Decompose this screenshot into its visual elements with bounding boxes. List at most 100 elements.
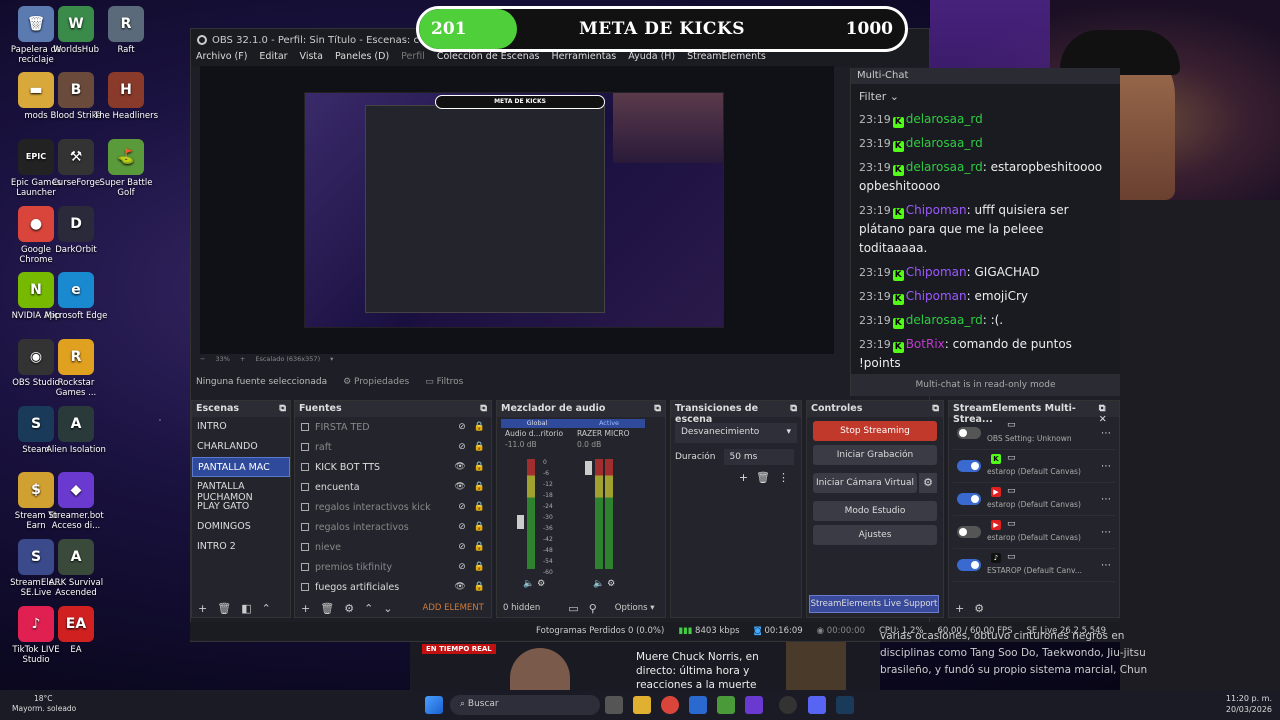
desktop-icon[interactable]: EA EA bbox=[44, 606, 108, 655]
steam-icon[interactable] bbox=[836, 696, 854, 714]
mixer-channel-name[interactable]: Audio d...ritorio bbox=[501, 428, 573, 440]
live-support-button[interactable]: StreamElements Live Support bbox=[809, 595, 939, 613]
taskbar-clock[interactable]: 11:20 p. m. 20/03/2026 bbox=[1226, 693, 1272, 715]
chat-filter-button[interactable]: Filter ⌄ bbox=[851, 84, 1120, 110]
source-item[interactable]: raft ⊘ 🔒 bbox=[295, 437, 491, 457]
mixer-tab-active[interactable]: Active bbox=[573, 419, 645, 428]
move-down-button[interactable]: ⌄ bbox=[383, 602, 392, 615]
start-recording-button[interactable]: Iniciar Grabación bbox=[813, 445, 937, 465]
more-icon[interactable]: ⋯ bbox=[1101, 461, 1111, 472]
scene-item[interactable]: DOMINGOS bbox=[192, 517, 290, 537]
source-item[interactable]: nieve ⊘ 🔒 bbox=[295, 537, 491, 557]
mixer-layout-icon[interactable]: ▭ bbox=[568, 602, 578, 615]
destination-toggle[interactable] bbox=[957, 493, 981, 505]
chat-username[interactable]: delarosaa_rd bbox=[906, 160, 983, 174]
scene-item[interactable]: INTRO 2 bbox=[192, 537, 290, 557]
minecraft-icon[interactable] bbox=[717, 696, 735, 714]
chat-username[interactable]: delarosaa_rd bbox=[906, 136, 983, 150]
scene-item[interactable]: PANTALLA PUCHAMON bbox=[192, 477, 290, 503]
zoom-out-button[interactable]: − bbox=[200, 355, 205, 363]
eye-off-icon[interactable]: ⊘ bbox=[458, 502, 466, 512]
more-icon[interactable]: ⋮ bbox=[778, 471, 797, 484]
lock-icon[interactable]: 🔒 bbox=[474, 482, 485, 492]
dock-undock-icon[interactable]: ⧉ bbox=[932, 403, 939, 415]
menu-item[interactable]: Colección de Escenas bbox=[437, 51, 540, 67]
gear-icon[interactable]: ⚙ bbox=[974, 602, 984, 615]
volume-slider-handle[interactable] bbox=[585, 461, 592, 475]
add-source-button[interactable]: + bbox=[301, 602, 310, 615]
store-icon[interactable] bbox=[689, 696, 707, 714]
more-icon[interactable]: ⋯ bbox=[1101, 428, 1111, 439]
lock-icon[interactable]: 🔒 bbox=[474, 522, 485, 532]
eye-icon[interactable]: 👁 bbox=[454, 462, 465, 472]
transition-select[interactable]: Desvanecimiento ▾ bbox=[675, 423, 797, 443]
destination-toggle[interactable] bbox=[957, 427, 981, 439]
zoom-in-button[interactable]: + bbox=[240, 355, 245, 363]
eye-icon[interactable]: 👁 bbox=[454, 482, 465, 492]
gear-icon[interactable]: ⚙ bbox=[919, 473, 937, 493]
lock-icon[interactable]: 🔒 bbox=[474, 542, 485, 552]
more-icon[interactable]: ⋯ bbox=[1101, 560, 1111, 571]
taskbar-search[interactable]: ⌕ Buscar bbox=[450, 695, 600, 715]
weather-widget[interactable]: 18°C Mayorm. soleado bbox=[12, 694, 76, 714]
mixer-channel-name[interactable]: RAZER MICRO bbox=[573, 428, 645, 440]
settings-button[interactable]: Ajustes bbox=[813, 525, 937, 545]
add-transition-button[interactable]: + bbox=[739, 471, 756, 484]
file-explorer-icon[interactable] bbox=[633, 696, 651, 714]
chat-username[interactable]: delarosaa_rd bbox=[906, 313, 983, 327]
stop-streaming-button[interactable]: Stop Streaming bbox=[813, 421, 937, 441]
menu-item[interactable]: Ayuda (H) bbox=[628, 51, 675, 67]
scene-item[interactable]: INTRO bbox=[192, 417, 290, 437]
chat-username[interactable]: delarosaa_rd bbox=[906, 112, 983, 126]
desktop-icon[interactable]: e Microsoft Edge bbox=[44, 272, 108, 321]
windows-start-icon[interactable] bbox=[425, 696, 443, 714]
source-settings-button[interactable]: ⚙ bbox=[344, 602, 354, 615]
desktop-icon[interactable]: D DarkOrbit bbox=[44, 206, 108, 255]
lock-icon[interactable]: 🔒 bbox=[474, 442, 485, 452]
source-item[interactable]: fuegos artificiales 👁 🔒 bbox=[295, 577, 491, 597]
eye-off-icon[interactable]: ⊘ bbox=[458, 562, 466, 572]
menu-item[interactable]: Paneles (D) bbox=[335, 51, 389, 67]
discord-icon[interactable] bbox=[808, 696, 826, 714]
lock-icon[interactable]: 🔒 bbox=[474, 582, 485, 592]
menu-item[interactable]: Perfil bbox=[401, 51, 425, 67]
properties-button[interactable]: ⚙ Propiedades bbox=[343, 377, 409, 387]
more-icon[interactable]: ⋯ bbox=[1101, 527, 1111, 538]
menu-item[interactable]: Vista bbox=[300, 51, 323, 67]
eye-off-icon[interactable]: ⊘ bbox=[458, 522, 466, 532]
studio-mode-button[interactable]: Modo Estudio bbox=[813, 501, 937, 521]
desktop-icon[interactable]: R Raft bbox=[94, 6, 158, 55]
desktop-icon[interactable]: ⛳ Super Battle Golf bbox=[94, 139, 158, 198]
eye-off-icon[interactable]: ⊘ bbox=[458, 422, 466, 432]
remove-source-button[interactable]: 🗑 bbox=[320, 602, 334, 615]
move-up-button[interactable]: ⌃ bbox=[262, 602, 271, 615]
chat-username[interactable]: Chipoman bbox=[906, 265, 967, 279]
add-destination-button[interactable]: + bbox=[955, 602, 964, 615]
duration-input[interactable]: 50 ms bbox=[723, 449, 794, 465]
desktop-icon[interactable]: A Alien Isolation bbox=[44, 406, 108, 455]
speaker-icon[interactable]: 🔈 ⚙ bbox=[593, 579, 615, 589]
destination-toggle[interactable] bbox=[957, 559, 981, 571]
task-view-icon[interactable] bbox=[605, 696, 623, 714]
eye-off-icon[interactable]: ⊘ bbox=[458, 542, 466, 552]
close-icon[interactable]: ⧉ ✕ bbox=[1099, 403, 1115, 425]
destination-toggle[interactable] bbox=[957, 460, 981, 472]
scene-item[interactable]: CHARLANDO bbox=[192, 437, 290, 457]
source-item[interactable]: KICK BOT TTS 👁 🔒 bbox=[295, 457, 491, 477]
desktop-icon[interactable]: R Rockstar Games ... bbox=[44, 339, 108, 398]
mixer-options-button[interactable]: Options ▾ bbox=[615, 603, 655, 613]
mixer-link-icon[interactable]: ⚲ bbox=[589, 602, 597, 615]
chat-username[interactable]: BotRix bbox=[906, 337, 945, 351]
scale-dropdown-icon[interactable]: ▾ bbox=[330, 355, 333, 363]
speaker-icon[interactable]: 🔈 ⚙ bbox=[523, 579, 545, 589]
menu-item[interactable]: Editar bbox=[259, 51, 287, 67]
desktop-icon[interactable]: ◆ Streamer.bot Acceso di... bbox=[44, 472, 108, 531]
mixer-tab-global[interactable]: Global bbox=[501, 419, 573, 428]
source-item[interactable]: encuenta 👁 🔒 bbox=[295, 477, 491, 497]
more-icon[interactable]: ⋯ bbox=[1101, 494, 1111, 505]
streamerbot-icon[interactable] bbox=[745, 696, 763, 714]
source-item[interactable]: FIRSTA TED ⊘ 🔒 bbox=[295, 417, 491, 437]
chat-username[interactable]: Chipoman bbox=[906, 203, 967, 217]
desktop-icon[interactable]: A ARK Survival Ascended bbox=[44, 539, 108, 598]
filters-button[interactable]: ▭ Filtros bbox=[425, 377, 463, 387]
